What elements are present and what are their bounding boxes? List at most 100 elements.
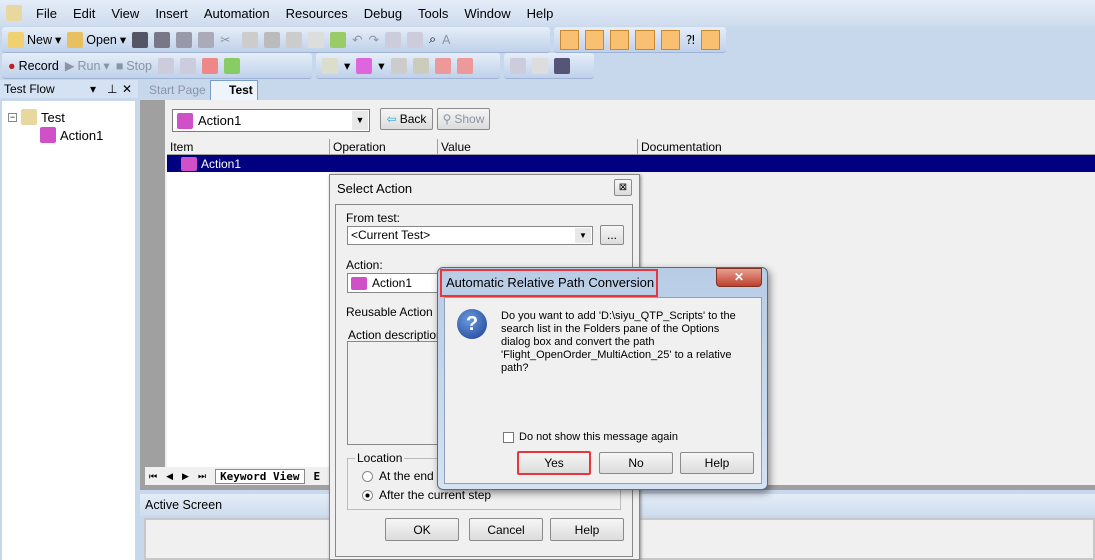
no-button[interactable]: No — [599, 452, 673, 474]
replace-icon[interactable] — [407, 31, 424, 48]
tree-node-action1[interactable]: Action1 — [40, 127, 103, 143]
cut-icon[interactable]: ✂ — [220, 32, 236, 48]
dialog-body: ? Do you want to add 'D:\siyu_QTP_Script… — [444, 297, 762, 484]
menu-tools[interactable]: Tools — [410, 6, 456, 21]
undo-icon[interactable]: ↶ — [352, 32, 362, 47]
menu-resources[interactable]: Resources — [278, 6, 356, 21]
tab-test[interactable]: Test — [210, 80, 258, 100]
find-icon[interactable] — [385, 31, 402, 48]
action-combo[interactable]: Action1 ▼ — [172, 109, 370, 132]
close-icon[interactable]: ⊠ — [614, 179, 632, 196]
ok-button[interactable]: OK — [385, 518, 459, 541]
properties-icon[interactable] — [308, 31, 325, 48]
save-all-icon[interactable] — [154, 31, 171, 48]
dialog-title: Select Action — [337, 181, 413, 196]
info-icon[interactable]: ⁈ — [686, 32, 695, 47]
app-icon — [6, 5, 22, 21]
action-icon[interactable] — [356, 57, 373, 74]
yes-button[interactable]: Yes — [517, 451, 591, 475]
grid-header: Item Operation Value Documentation — [167, 139, 1095, 155]
menu-debug[interactable]: Debug — [356, 6, 410, 21]
object-identification-icon[interactable] — [554, 57, 570, 74]
close-icon[interactable]: ✕ — [122, 80, 132, 98]
end-transaction-icon[interactable] — [456, 57, 473, 74]
dropdown-icon[interactable]: ▾ — [90, 80, 96, 98]
new-button[interactable]: New ▾ — [8, 31, 61, 48]
chevron-down-icon[interactable]: ▼ — [352, 111, 368, 130]
redo-icon[interactable]: ↷ — [369, 32, 379, 47]
action-combo[interactable]: Action1 — [347, 273, 447, 293]
paste-icon[interactable] — [264, 31, 281, 48]
test-flow-toggle-icon[interactable] — [560, 29, 580, 50]
save-icon[interactable] — [132, 31, 149, 48]
open-button[interactable]: Open ▾ — [67, 31, 126, 48]
radio-at-end[interactable]: At the end of — [362, 469, 447, 483]
collapse-icon[interactable]: − — [8, 112, 17, 122]
first-tab-icon[interactable]: ⏮ — [149, 471, 157, 482]
stop-button[interactable]: ■ Stop — [116, 59, 152, 73]
step-generator-icon[interactable] — [390, 57, 407, 74]
debug-viewer-toggle-icon[interactable] — [660, 29, 680, 50]
menu-bar: File Edit View Insert Automation Resourc… — [0, 0, 1095, 26]
help-button[interactable]: Help — [680, 452, 754, 474]
menu-help[interactable]: Help — [519, 6, 562, 21]
cancel-button[interactable]: Cancel — [469, 518, 543, 541]
run-button[interactable]: ▶ Run ▾ — [65, 58, 110, 74]
pin-icon[interactable]: ⊥ — [107, 80, 117, 98]
print-icon[interactable] — [198, 31, 215, 48]
last-tab-icon[interactable]: ⏭ — [198, 471, 206, 482]
battery-icon[interactable] — [223, 57, 240, 74]
test-results-icon[interactable] — [201, 57, 218, 74]
test-icon — [21, 109, 37, 125]
menu-insert[interactable]: Insert — [147, 6, 196, 21]
tab-start-page[interactable]: Start Page — [149, 83, 206, 97]
data-table-toggle-icon[interactable] — [635, 29, 655, 50]
column-value[interactable]: Value — [438, 139, 638, 155]
chevron-down-icon[interactable]: ▼ — [575, 228, 591, 243]
prev-tab-icon[interactable]: ◀ — [166, 471, 173, 482]
active-screen-toggle-icon[interactable] — [610, 29, 630, 50]
binoculars-icon[interactable]: ⌕ — [429, 32, 436, 47]
checkpoint-icon[interactable] — [322, 57, 338, 74]
document-tabs: Start Page Test — [140, 80, 1095, 100]
save-with-resources-icon[interactable] — [176, 31, 193, 48]
record-button[interactable]: ● Record — [8, 59, 59, 73]
radio-after-current[interactable]: After the current step — [362, 488, 491, 502]
menu-edit[interactable]: Edit — [65, 6, 103, 21]
radio-icon — [362, 470, 373, 482]
stop-icon: ■ — [115, 58, 124, 73]
tab-keyword-view[interactable]: Keyword View — [215, 468, 305, 484]
analog-record-icon[interactable] — [157, 57, 174, 74]
low-level-record-icon[interactable] — [179, 57, 196, 74]
dont-show-checkbox[interactable]: Do not show this message again — [503, 431, 678, 443]
start-transaction-icon[interactable] — [434, 57, 451, 74]
table-row[interactable]: Action1 — [167, 155, 1095, 172]
check-syntax-icon[interactable] — [330, 31, 347, 48]
tab-expert-view[interactable]: E — [314, 470, 321, 483]
test-flow-header: Test Flow ▾ ⊥ ✕ — [0, 80, 138, 98]
font-icon[interactable]: A — [442, 33, 450, 47]
resources-toggle-icon[interactable] — [585, 29, 605, 50]
from-test-combo[interactable]: <Current Test> ▼ — [347, 226, 593, 245]
menu-automation[interactable]: Automation — [196, 6, 278, 21]
tree-node-test[interactable]: − Test — [8, 109, 65, 125]
object-repository-icon[interactable] — [510, 57, 526, 74]
browse-button[interactable]: ... — [600, 225, 624, 245]
synchronization-icon[interactable] — [412, 57, 429, 74]
copy-icon[interactable] — [242, 31, 259, 48]
object-spy-icon[interactable] — [532, 57, 548, 74]
missing-resources-toggle-icon[interactable] — [700, 29, 721, 50]
help-button[interactable]: Help — [550, 518, 624, 541]
column-operation[interactable]: Operation — [330, 139, 438, 155]
back-button[interactable]: ⇦ Back — [380, 108, 433, 130]
next-tab-icon[interactable]: ▶ — [182, 471, 189, 482]
close-button[interactable]: ✕ — [716, 268, 762, 287]
column-item[interactable]: Item — [167, 139, 330, 155]
description-textarea[interactable] — [347, 341, 447, 445]
menu-view[interactable]: View — [103, 6, 147, 21]
menu-file[interactable]: File — [28, 6, 65, 21]
edit-icon[interactable] — [286, 31, 303, 48]
column-documentation[interactable]: Documentation — [638, 139, 1095, 155]
menu-window[interactable]: Window — [456, 6, 518, 21]
show-button[interactable]: ⚲ Show — [437, 108, 490, 130]
